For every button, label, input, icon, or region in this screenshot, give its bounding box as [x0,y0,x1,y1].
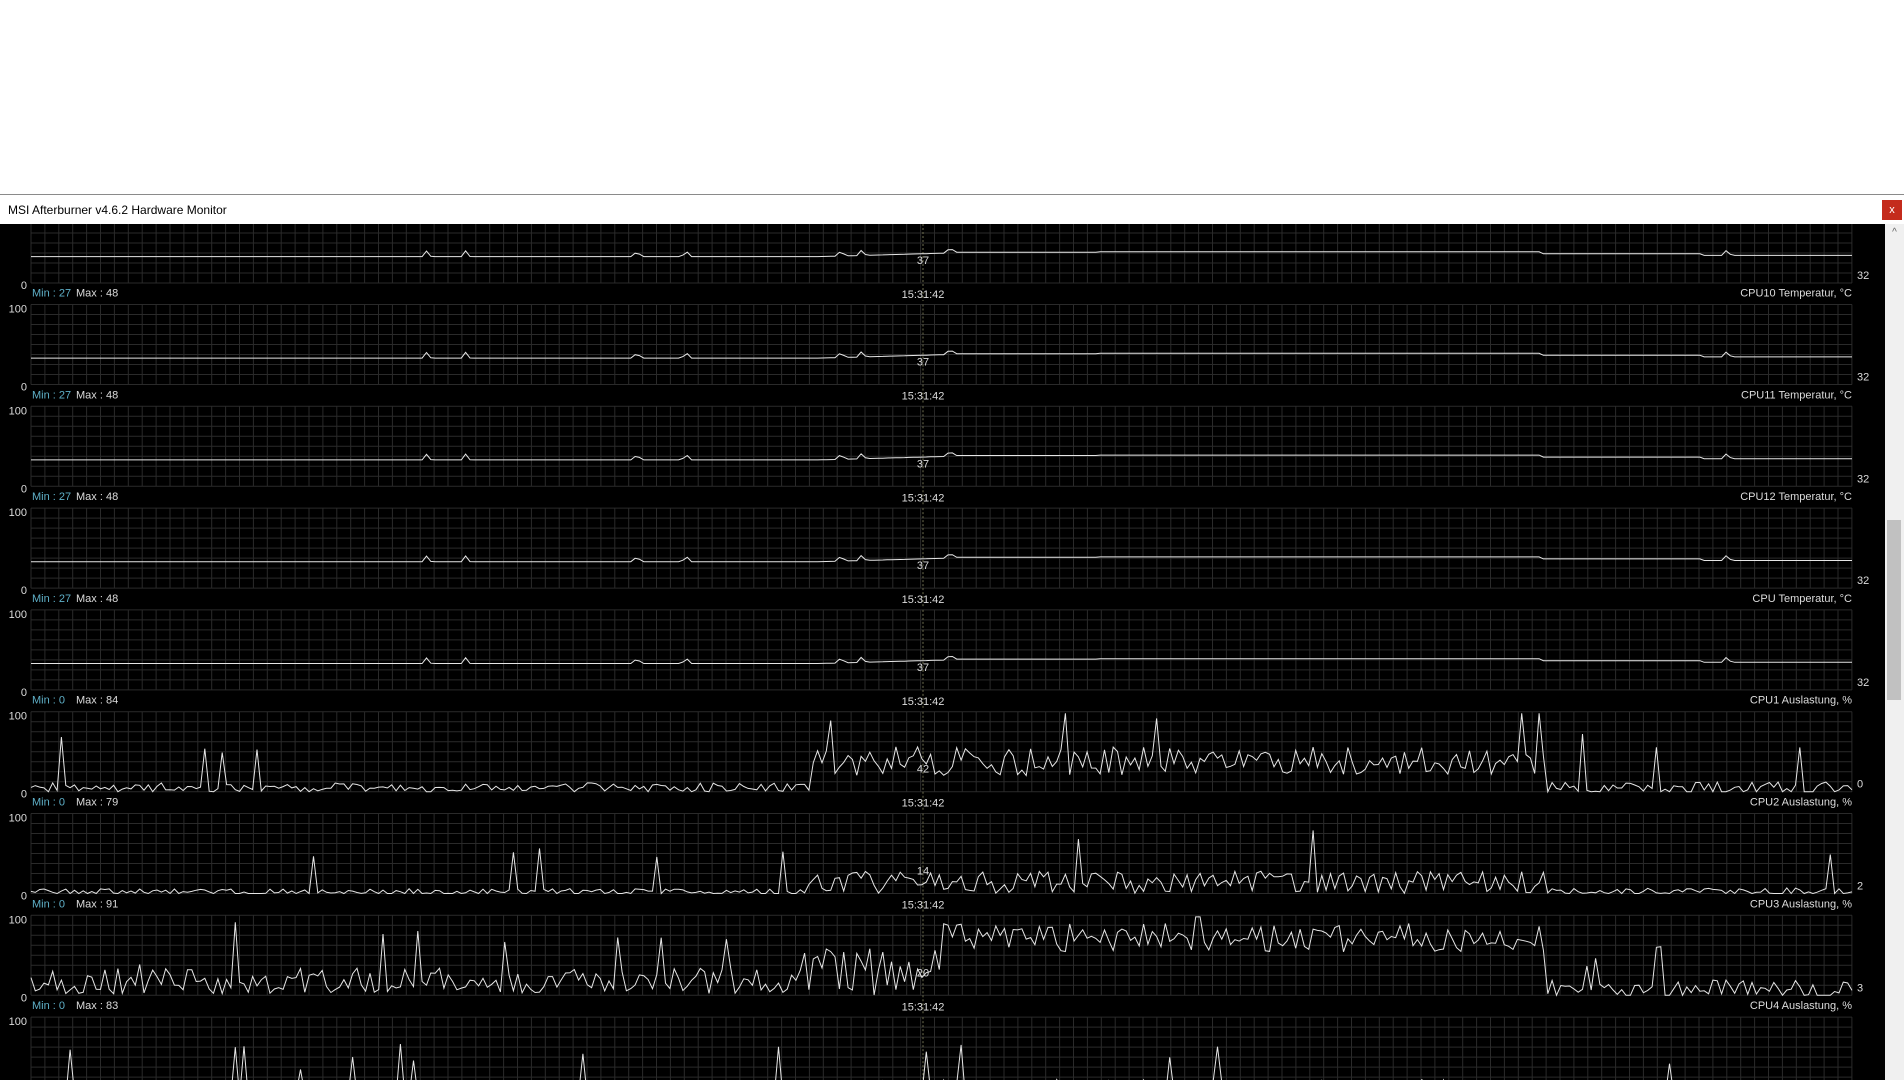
graph-5 [30,711,1853,810]
y-axis-bottom-label: 0 [21,891,27,903]
min-label: Min : 27 [32,288,71,300]
current-value-label: 32 [1857,270,1869,282]
y-axis-top-label: 100 [9,914,27,926]
cursor-value-label: 37 [917,255,929,267]
graph-grid [30,609,1853,691]
graph-grid [30,1016,1853,1080]
graph-name-label: CPU4 Auslastung, % [1750,1000,1852,1012]
graph-name-label: CPU2 Auslastung, % [1750,797,1852,809]
graph-grid [30,507,1853,589]
cursor-value-label: 37 [917,662,929,674]
y-axis-bottom-label: 0 [21,382,27,394]
series-line [30,830,1853,895]
min-label: Min : 0 [32,1000,65,1012]
cursor-time-label: 15:31:42 [902,1001,945,1013]
hardware-monitor-panel[interactable]: 0 37 15:31:42 32 100 0 37 15:31:42 32 Min : 27 Max… [0,224,1885,1080]
cursor-time-label: 15:31:42 [902,900,945,912]
y-axis-top-label: 100 [9,507,27,519]
min-label: Min : 0 [32,898,65,910]
graph-1 [30,304,1853,403]
cursor-time-label: 15:31:42 [902,696,945,708]
y-axis-top-label: 100 [9,405,27,417]
y-axis-top-label: 100 [9,304,27,316]
graph-name-label: CPU3 Auslastung, % [1750,898,1852,910]
min-label: Min : 0 [32,797,65,809]
y-axis-bottom-label: 0 [21,687,27,699]
graph-name-label: CPU Temperatur, °C [1752,593,1852,605]
cursor-time-label: 15:31:42 [902,798,945,810]
graph-6 [30,813,1853,912]
cursor-value-label: 20 [917,967,929,979]
graph-grid [30,914,1853,996]
current-value-label: 0 [1857,779,1863,791]
max-label: Max : 48 [76,491,118,503]
series-line [30,713,1853,794]
scrollbar-thumb[interactable] [1887,520,1901,700]
cursor-time-label: 15:31:42 [902,391,945,403]
cursor-time-label: 15:31:42 [902,594,945,606]
series-line [66,1043,1673,1080]
graph-3 [30,507,1853,607]
cursor-time-label: 15:31:42 [902,289,945,301]
y-axis-top-label: 100 [9,609,27,621]
graph-name-label: CPU10 Temperatur, °C [1740,288,1852,300]
y-axis-top-label: 100 [9,711,27,723]
current-value-label: 32 [1857,372,1869,384]
vertical-scrollbar[interactable]: ^ [1885,224,1904,1080]
max-label: Max : 91 [76,898,118,910]
min-label: Min : 27 [32,389,71,401]
graph-name-label: CPU1 Auslastung, % [1750,695,1852,707]
min-label: Min : 0 [32,695,65,707]
current-value-label: 3 [1857,982,1863,994]
graph-grid [30,304,1853,385]
series-line [30,916,1853,997]
min-label: Min : 27 [32,593,71,605]
window-titlebar: MSI Afterburner v4.6.2 Hardware Monitor … [0,194,1904,224]
cursor-value-label: 37 [917,560,929,572]
graph-4 [30,609,1853,708]
max-label: Max : 48 [76,288,118,300]
current-value-label: 32 [1857,677,1869,689]
graph-8 [30,1016,1853,1080]
y-axis-top-label: 100 [9,1016,27,1028]
max-label: Max : 48 [76,389,118,401]
window-title: MSI Afterburner v4.6.2 Hardware Monitor [8,203,227,217]
graph-7 [30,914,1853,1014]
max-label: Max : 84 [76,695,118,707]
current-value-label: 32 [1857,575,1869,587]
graphs-canvas: 03715:31:423210003715:31:4232Min : 27 Max… [9,224,1869,1080]
cursor-time-label: 15:31:42 [902,492,945,504]
y-axis-top-label: 100 [9,813,27,825]
current-value-label: 32 [1857,473,1869,485]
graph-2 [30,405,1853,505]
y-axis-bottom-label: 0 [21,789,27,801]
max-label: Max : 48 [76,593,118,605]
cursor-value-label: 37 [917,458,929,470]
y-axis-bottom-label: 0 [21,585,27,597]
graph-name-label: CPU12 Temperatur, °C [1740,491,1852,503]
cursor-value-label: 14 [917,866,929,878]
scroll-up-arrow-icon[interactable]: ^ [1885,224,1904,241]
y-axis-bottom-label: 0 [21,483,27,495]
max-label: Max : 79 [76,797,118,809]
graph-grid [30,405,1853,487]
y-axis-bottom-label: 0 [21,992,27,1004]
cursor-value-label: 42 [917,764,929,776]
min-label: Min : 27 [32,491,71,503]
close-button[interactable]: x [1882,200,1902,220]
graph-name-label: CPU11 Temperatur, °C [1741,389,1852,401]
cursor-value-label: 37 [917,357,929,369]
y-axis-bottom-label: 0 [21,280,27,292]
max-label: Max : 83 [76,1000,118,1012]
current-value-label: 2 [1857,881,1863,893]
